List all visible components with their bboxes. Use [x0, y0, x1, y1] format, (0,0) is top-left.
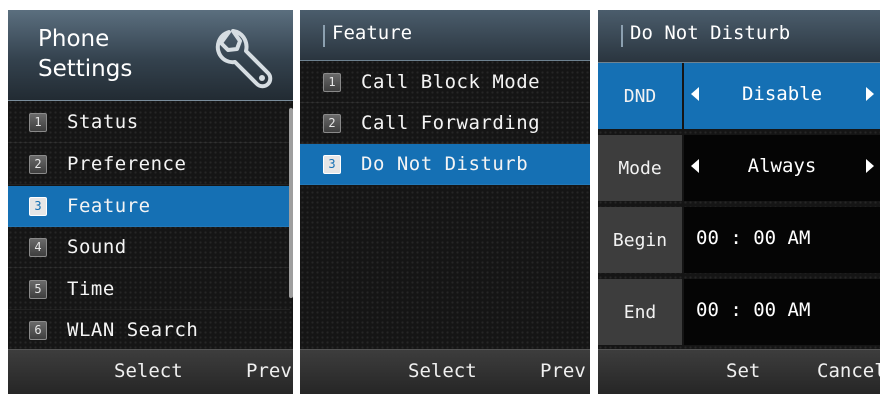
item-number-badge: 1: [29, 112, 47, 132]
prev-softkey[interactable]: Prev: [540, 360, 586, 382]
feature-screen: Feature 1 Call Block Mode 2 Call Forward…: [300, 10, 590, 394]
phone-settings-screen: Phone Settings 1 Status 2 Preference 3 F…: [8, 10, 293, 394]
mode-label: Mode: [598, 135, 682, 201]
page-title: Feature: [332, 22, 413, 44]
mode-setting-row[interactable]: Mode Always: [598, 135, 880, 201]
item-number-badge: 4: [29, 237, 47, 257]
softkey-bar: Select Prev: [8, 349, 293, 394]
menu-item-time[interactable]: 5 Time: [8, 269, 290, 310]
header-divider: [323, 25, 325, 47]
item-number-badge: 3: [29, 196, 47, 216]
menu-item-status[interactable]: 1 Status: [8, 102, 290, 143]
menu-item-label: Do Not Disturb: [361, 153, 529, 175]
item-number-badge: 2: [323, 113, 341, 133]
dnd-value: Disable: [741, 83, 823, 105]
menu-item-label: Time: [67, 278, 115, 300]
mode-value: Always: [747, 155, 817, 177]
wrench-icon: [215, 29, 273, 89]
menu-item-label: Preference: [67, 153, 187, 175]
item-number-badge: 6: [29, 320, 47, 340]
menu-item-call-forwarding[interactable]: 2 Call Forwarding: [300, 103, 590, 144]
do-not-disturb-screen: Do Not Disturb DND Disable Mode Always B…: [598, 10, 880, 394]
menu-item-sound[interactable]: 4 Sound: [8, 227, 290, 268]
right-arrow-icon[interactable]: [866, 159, 874, 173]
begin-time-value: 00 : 00 AM: [696, 227, 811, 249]
begin-time-row[interactable]: Begin 00 : 00 AM: [598, 207, 880, 273]
mode-selector[interactable]: Always: [684, 135, 880, 201]
right-arrow-icon[interactable]: [866, 87, 874, 101]
feature-header: Feature: [300, 10, 590, 61]
dnd-setting-row[interactable]: DND Disable: [598, 63, 880, 129]
item-number-badge: 5: [29, 279, 47, 299]
menu-item-call-block-mode[interactable]: 1 Call Block Mode: [300, 62, 590, 103]
menu-item-label: Status: [67, 111, 139, 133]
menu-item-wlan-search[interactable]: 6 WLAN Search: [8, 310, 290, 351]
menu-item-label: Call Block Mode: [361, 71, 541, 93]
select-softkey[interactable]: Select: [114, 360, 183, 382]
end-time-field[interactable]: 00 : 00 AM: [684, 279, 880, 345]
cancel-softkey[interactable]: Cancel: [817, 360, 880, 382]
softkey-bar: Select Prev: [300, 349, 590, 394]
prev-softkey[interactable]: Prev: [246, 360, 292, 382]
page-title: Phone Settings: [38, 26, 133, 82]
end-label: End: [598, 279, 682, 345]
select-softkey[interactable]: Select: [408, 360, 477, 382]
begin-time-field[interactable]: 00 : 00 AM: [684, 207, 880, 273]
end-time-row[interactable]: End 00 : 00 AM: [598, 279, 880, 345]
end-time-value: 00 : 00 AM: [696, 299, 811, 321]
set-softkey[interactable]: Set: [726, 360, 760, 382]
dnd-label: DND: [598, 63, 682, 129]
header-divider: [621, 25, 623, 47]
scrollbar[interactable]: [289, 108, 293, 298]
menu-item-do-not-disturb[interactable]: 3 Do Not Disturb: [300, 144, 590, 185]
begin-label: Begin: [598, 207, 682, 273]
item-number-badge: 2: [29, 154, 47, 174]
softkey-bar: Set Cancel: [598, 349, 880, 394]
page-title: Do Not Disturb: [630, 22, 791, 44]
menu-item-label: Call Forwarding: [361, 112, 541, 134]
item-number-badge: 1: [323, 72, 341, 92]
menu-item-label: Sound: [67, 236, 127, 258]
dnd-selector[interactable]: Disable: [684, 63, 880, 129]
menu-item-label: Feature: [67, 195, 151, 217]
menu-item-label: WLAN Search: [67, 319, 199, 341]
dnd-header: Do Not Disturb: [598, 10, 880, 63]
item-number-badge: 3: [323, 154, 341, 174]
menu-item-preference[interactable]: 2 Preference: [8, 144, 290, 185]
menu-item-feature[interactable]: 3 Feature: [8, 186, 290, 227]
phone-settings-header: Phone Settings: [8, 10, 293, 101]
